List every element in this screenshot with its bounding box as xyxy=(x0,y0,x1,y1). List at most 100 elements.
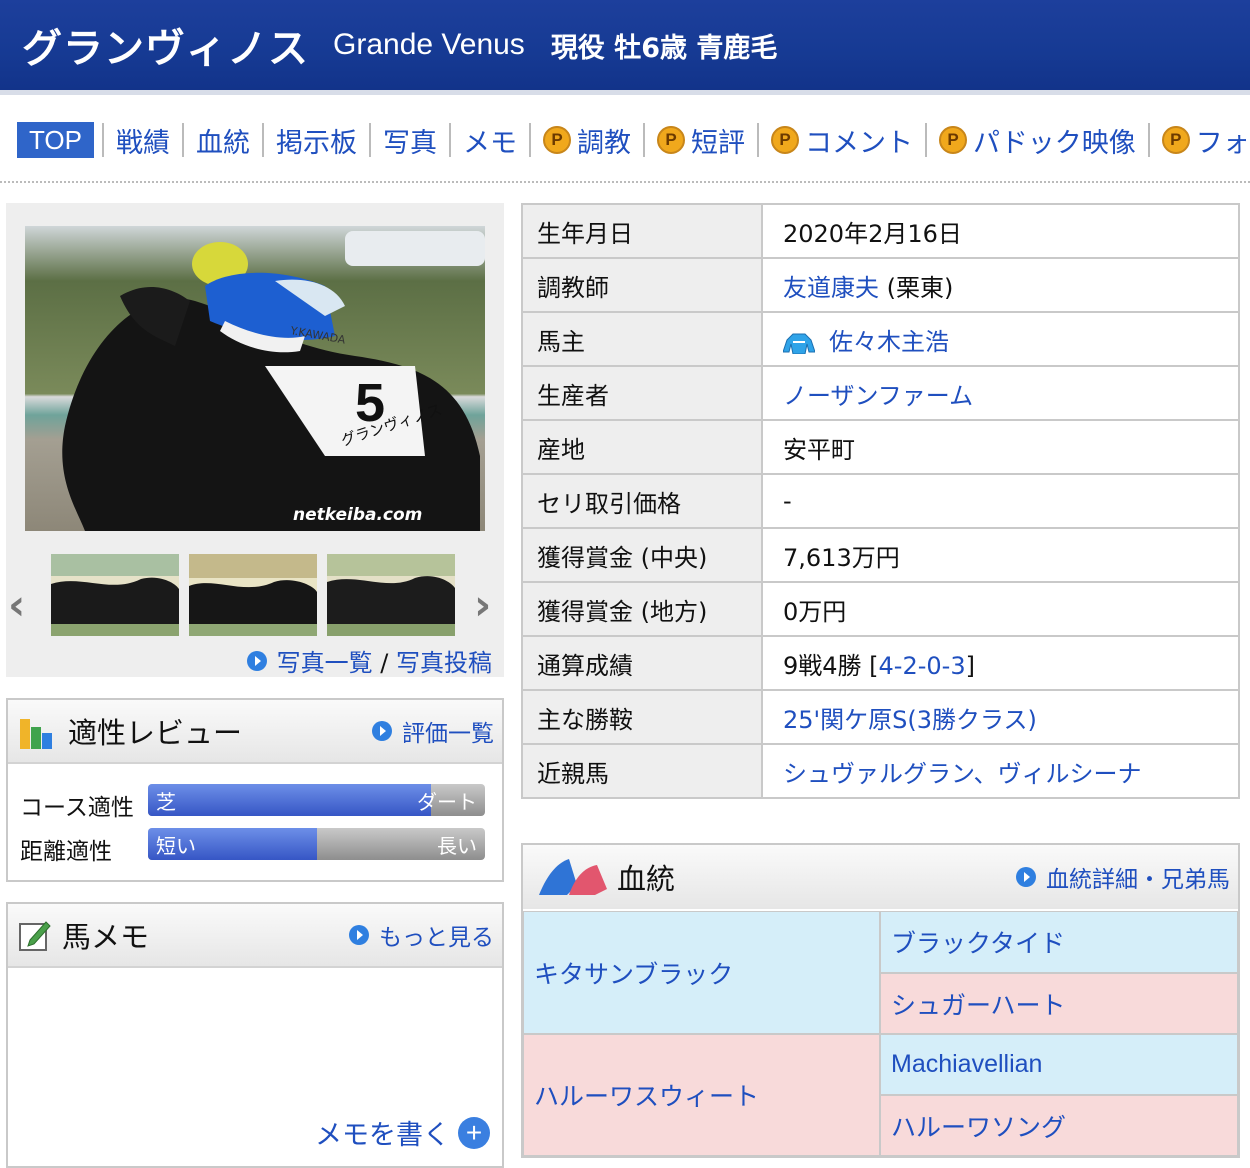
career-record-link[interactable]: 4-2-0-3 xyxy=(879,652,966,680)
tab-results[interactable]: 戦績 xyxy=(101,123,182,159)
row-key: 生年月日 xyxy=(521,203,763,259)
evaluation-list-label: 評価一覧 xyxy=(402,721,494,747)
row-key: 産地 xyxy=(521,419,763,475)
tab-pedigree[interactable]: 血統 xyxy=(181,123,262,159)
table-row: 産地 安平町 xyxy=(521,419,1240,475)
thumbnail-photo[interactable] xyxy=(327,554,455,636)
dam-cell[interactable]: ハルーワスウィート xyxy=(523,1034,880,1156)
write-memo-label: メモを書く xyxy=(315,1120,450,1151)
course-left-label: 芝 xyxy=(156,790,176,814)
write-memo-button[interactable]: メモを書く + xyxy=(315,1113,490,1152)
owner-link[interactable]: 佐々木主浩 xyxy=(829,328,949,356)
main-horse-photo[interactable]: 5 グランヴィノス Y.KAWADA netkeiba.com xyxy=(25,226,485,531)
header-divider xyxy=(0,90,1250,95)
tab-photo-paddock[interactable]: Pフォトパ xyxy=(1147,123,1250,159)
career-record-cell: 9戦4勝 [4-2-0-3] xyxy=(761,635,1240,691)
tab-memo[interactable]: メモ xyxy=(448,123,529,159)
memo-more-label: もっと見る xyxy=(379,925,494,951)
premium-p-icon: P xyxy=(542,126,571,154)
aptitude-review-header: 適性レビュー 評価一覧 xyxy=(8,700,502,764)
tab-label: フォトパ xyxy=(1195,127,1250,159)
tab-label: 血統 xyxy=(195,127,250,159)
pedigree-horse-icon xyxy=(539,859,607,895)
table-row: 生年月日 2020年2月16日 xyxy=(521,203,1240,259)
memo-more-link[interactable]: もっと見る xyxy=(349,918,494,952)
tab-label: 戦績 xyxy=(115,127,170,159)
table-row: 調教師 友道康夫 (栗東) xyxy=(521,257,1240,313)
tab-label: メモ xyxy=(462,127,517,159)
distance-left-label: 短い xyxy=(156,834,196,858)
pedigree-panel: 血統 血統詳細・兄弟馬 キタサンブラック ハルーワスウィート ブラックタイド シ… xyxy=(521,843,1240,1158)
tab-label: TOP xyxy=(29,124,82,155)
arrow-circle-icon xyxy=(246,651,267,671)
sire-name: キタサンブラック xyxy=(534,959,734,989)
relatives-link[interactable]: シュヴァルグラン、ヴィルシーナ xyxy=(783,760,1142,788)
row-key: セリ取引価格 xyxy=(521,473,763,529)
tab-label: 掲示板 xyxy=(275,127,357,159)
pedigree-grid: キタサンブラック ハルーワスウィート ブラックタイド シュガーハート Machi… xyxy=(523,911,1238,1156)
sire-dam-cell[interactable]: シュガーハート xyxy=(880,973,1238,1034)
premium-p-icon: P xyxy=(656,126,685,154)
career-record-text: 9戦4勝 [ xyxy=(783,651,879,680)
thumbnail-photo[interactable] xyxy=(189,554,317,636)
thumbnail-photo[interactable] xyxy=(51,554,179,636)
photo-post-link[interactable]: 写真投稿 xyxy=(396,649,492,677)
row-key: 近親馬 xyxy=(521,743,763,799)
tab-label: 短評 xyxy=(690,127,745,159)
tab-label: コメント xyxy=(804,127,913,159)
owner-cell: 佐々木主浩 xyxy=(761,311,1240,367)
tab-top[interactable]: TOP xyxy=(17,122,94,158)
distance-aptitude-label: 距離適性 xyxy=(20,839,112,865)
trainer-link[interactable]: 友道康夫 xyxy=(783,274,879,302)
owner-silks-icon xyxy=(783,333,815,354)
link-separator: / xyxy=(380,649,389,677)
tab-divider xyxy=(0,181,1250,183)
tab-bar: TOP 戦績 血統 掲示板 写真 メモ P 調教 P 短評 P コメント P パドック映… xyxy=(0,118,1250,162)
row-key: 主な勝鞍 xyxy=(521,689,763,745)
tab-board[interactable]: 掲示板 xyxy=(261,123,369,159)
dam-sire-name: Machiavellian xyxy=(891,1050,1043,1078)
row-key: 生産者 xyxy=(521,365,763,421)
race-photo-illustration: 5 グランヴィノス Y.KAWADA netkeiba.com xyxy=(25,226,485,531)
evaluation-list-link[interactable]: 評価一覧 xyxy=(372,714,494,748)
earnings-local-value: 0万円 xyxy=(761,581,1240,637)
row-key: 獲得賞金 (地方) xyxy=(521,581,763,637)
birthdate-value: 2020年2月16日 xyxy=(761,203,1240,259)
thumbnail-image xyxy=(327,554,455,636)
pedigree-detail-link[interactable]: 血統詳細・兄弟馬 xyxy=(1016,860,1230,894)
trainer-affiliation: (栗東) xyxy=(879,273,954,302)
tab-training[interactable]: P 調教 xyxy=(528,123,643,159)
sire-sire-name: ブラックタイド xyxy=(891,929,1066,958)
main-win-link[interactable]: 25'関ケ原S(3勝クラス) xyxy=(783,706,1037,734)
dam-sire-cell[interactable]: Machiavellian xyxy=(880,1034,1238,1095)
distance-aptitude-bar: 短い 長い xyxy=(148,828,485,860)
breeder-link[interactable]: ノーザンファーム xyxy=(783,382,973,410)
tab-photos[interactable]: 写真 xyxy=(368,123,449,159)
auction-price-value: - xyxy=(761,473,1240,529)
table-row: 馬主 佐々木主浩 xyxy=(521,311,1240,367)
tab-short-review[interactable]: P 短評 xyxy=(642,123,757,159)
prev-arrow-icon[interactable]: ‹ xyxy=(8,580,25,629)
thumbnail-image xyxy=(189,554,317,636)
row-key: 調教師 xyxy=(521,257,763,313)
dam-dam-cell[interactable]: ハルーワソング xyxy=(880,1095,1238,1156)
horse-profile-table: 生年月日 2020年2月16日 調教師 友道康夫 (栗東) 馬主 佐々木主浩 生産者… xyxy=(521,203,1240,799)
table-row: 通算成績 9戦4勝 [4-2-0-3] xyxy=(521,635,1240,691)
aptitude-review-title: 適性レビュー xyxy=(68,716,243,750)
dam-name: ハルーワスウィート xyxy=(534,1082,760,1111)
premium-p-icon: P xyxy=(1161,126,1190,154)
horse-memo-panel: 馬メモ もっと見る メモを書く + xyxy=(6,902,504,1168)
sire-cell[interactable]: キタサンブラック xyxy=(523,911,880,1034)
next-arrow-icon[interactable]: › xyxy=(474,580,491,629)
tab-paddock-video[interactable]: P パドック映像 xyxy=(924,123,1148,159)
course-aptitude-label: コース適性 xyxy=(20,795,134,821)
row-key: 馬主 xyxy=(521,311,763,367)
sire-sire-cell[interactable]: ブラックタイド xyxy=(880,911,1238,973)
bar-chart-icon xyxy=(20,719,52,749)
pedigree-title: 血統 xyxy=(617,862,676,896)
row-key: 獲得賞金 (中央) xyxy=(521,527,763,583)
breeder-cell: ノーザンファーム xyxy=(761,365,1240,421)
aptitude-review-panel: 適性レビュー 評価一覧 コース適性 芝 ダート 距離適性 短い 長い xyxy=(6,698,504,882)
photo-list-link[interactable]: 写真一覧 xyxy=(277,649,373,677)
tab-comment[interactable]: P コメント xyxy=(756,123,925,159)
